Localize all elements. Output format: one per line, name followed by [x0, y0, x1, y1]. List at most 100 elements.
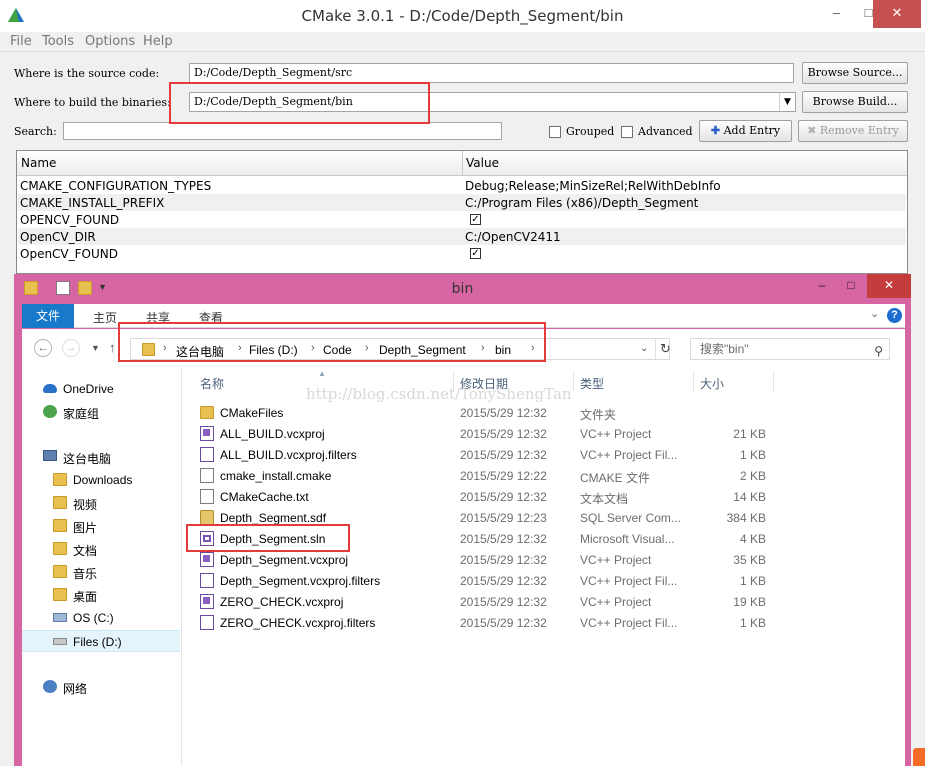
file-list[interactable]: ▲ http://blog.csdn.net/TonyShengTan 名称 修… [182, 369, 905, 766]
source-path-input[interactable]: D:/Code/Depth_Segment/src [189, 63, 794, 83]
file-name: CMakeCache.txt [220, 490, 309, 504]
nav-label: 桌面 [73, 590, 98, 604]
dropdown-arrow-icon[interactable]: ▼ [779, 93, 795, 111]
navigation-pane[interactable]: OneDrive 家庭组 这台电脑 Downloads 视频 图片 文档 音乐 … [22, 369, 182, 766]
cache-row[interactable]: OpenCV_FOUND ✓ [18, 245, 906, 262]
column-type-header[interactable]: 类型 [580, 375, 604, 392]
highlight-box-build-path [169, 82, 430, 124]
nav-label: Downloads [73, 473, 133, 487]
back-arrow-icon[interactable]: ← [34, 339, 52, 357]
column-divider[interactable] [773, 371, 774, 391]
cache-row[interactable]: CMAKE_INSTALL_PREFIX C:/Program Files (x… [18, 194, 906, 211]
cache-row[interactable]: OpenCV_DIR C:/OpenCV2411 [18, 228, 906, 245]
file-date: 2015/5/29 12:32 [460, 553, 547, 567]
nav-label: 家庭组 [63, 407, 100, 421]
file-row[interactable]: ZERO_CHECK.vcxproj.filters 2015/5/29 12:… [182, 612, 905, 633]
file-size: 2 KB [739, 469, 766, 483]
add-entry-button[interactable]: ✚ Add Entry [699, 120, 792, 142]
file-size: 1 KB [739, 616, 766, 630]
menu-tools[interactable]: Tools [42, 34, 74, 49]
column-divider[interactable] [573, 371, 574, 391]
nav-item-music[interactable]: 音乐 [22, 561, 180, 583]
column-date-header[interactable]: 修改日期 [460, 375, 508, 392]
cache-row[interactable]: OPENCV_FOUND ✓ [18, 211, 906, 228]
nav-item-documents[interactable]: 文档 [22, 538, 180, 560]
close-button[interactable]: ✕ [873, 0, 921, 28]
sort-ascending-icon: ▲ [318, 369, 326, 378]
search-input[interactable]: 搜索"bin" ⚲ [690, 338, 890, 360]
help-icon[interactable]: ? [887, 308, 902, 323]
nav-item-os-c[interactable]: OS (C:) [22, 607, 180, 629]
file-name: ZERO_CHECK.vcxproj [220, 595, 344, 609]
tab-home[interactable]: 主页 [93, 309, 117, 326]
file-row[interactable]: CMakeFiles 2015/5/29 12:32 文件夹 [182, 402, 905, 423]
browse-source-button[interactable]: Browse Source... [802, 62, 908, 84]
nav-item-downloads[interactable]: Downloads [22, 469, 180, 491]
file-date: 2015/5/29 12:32 [460, 574, 547, 588]
file-size: 1 KB [739, 448, 766, 462]
file-date: 2015/5/29 12:32 [460, 406, 547, 420]
menu-options[interactable]: Options [85, 34, 135, 49]
chevron-down-icon[interactable]: ⌄ [870, 307, 879, 320]
recent-locations-icon[interactable]: ▼ [91, 343, 100, 353]
file-row[interactable]: ZERO_CHECK.vcxproj 2015/5/29 12:32 VC++ … [182, 591, 905, 612]
close-button[interactable]: ✕ [867, 274, 911, 298]
cache-value: C:/OpenCV2411 [465, 230, 561, 244]
browse-build-button[interactable]: Browse Build... [802, 91, 908, 113]
address-dropdown-icon[interactable]: ⌄ [640, 343, 648, 354]
nav-label: 这台电脑 [63, 452, 112, 466]
checked-checkbox[interactable]: ✓ [470, 214, 481, 225]
nav-item-onedrive[interactable]: OneDrive [22, 378, 180, 400]
column-divider[interactable] [693, 371, 694, 391]
nav-item-files-d[interactable]: Files (D:) [22, 630, 180, 652]
cache-name: OpenCV_FOUND [20, 247, 118, 261]
column-name-header[interactable]: Name [21, 156, 56, 170]
file-size: 21 KB [733, 427, 766, 441]
file-date: 2015/5/29 12:23 [460, 511, 547, 525]
cache-row[interactable]: CMAKE_CONFIGURATION_TYPES Debug;Release;… [18, 177, 906, 194]
tab-file[interactable]: 文件 [22, 304, 74, 328]
column-divider[interactable] [462, 151, 463, 176]
file-row[interactable]: ALL_BUILD.vcxproj.filters 2015/5/29 12:3… [182, 444, 905, 465]
menu-file[interactable]: File [10, 34, 32, 49]
column-divider[interactable] [453, 371, 454, 391]
cache-value: Debug;Release;MinSizeRel;RelWithDebInfo [465, 179, 721, 193]
up-arrow-icon[interactable]: ↑ [109, 340, 116, 355]
remove-entry-button[interactable]: ✖ Remove Entry [798, 120, 908, 142]
cache-name: OpenCV_DIR [20, 230, 96, 244]
window-title: CMake 3.0.1 - D:/Code/Depth_Segment/bin [301, 7, 624, 25]
watermark: http://blog.csdn.net/TonyShengTan [306, 385, 572, 403]
file-size: 1 KB [739, 574, 766, 588]
videos-folder-icon [53, 496, 67, 509]
file-size: 384 KB [726, 511, 766, 525]
file-row[interactable]: ALL_BUILD.vcxproj 2015/5/29 12:32 VC++ P… [182, 423, 905, 444]
column-value-header[interactable]: Value [466, 156, 499, 170]
file-row[interactable]: CMakeCache.txt 2015/5/29 12:32 文本文档 14 K… [182, 486, 905, 507]
maximize-button[interactable]: □ [836, 274, 866, 298]
search-label: Search: [14, 125, 57, 138]
file-row[interactable]: Depth_Segment.vcxproj.filters 2015/5/29 … [182, 570, 905, 591]
file-row[interactable]: Depth_Segment.vcxproj 2015/5/29 12:32 VC… [182, 549, 905, 570]
nav-item-network[interactable]: 网络 [22, 676, 180, 698]
checked-checkbox[interactable]: ✓ [470, 248, 481, 259]
file-size: 4 KB [739, 532, 766, 546]
menu-help[interactable]: Help [143, 34, 173, 49]
explorer-title: bin [451, 281, 474, 297]
file-row[interactable]: cmake_install.cmake 2015/5/29 12:22 CMAK… [182, 465, 905, 486]
search-icon[interactable]: ⚲ [874, 341, 883, 361]
nav-item-homegroup[interactable]: 家庭组 [22, 401, 180, 423]
nav-item-desktop[interactable]: 桌面 [22, 584, 180, 606]
nav-item-this-pc[interactable]: 这台电脑 [22, 446, 180, 468]
grouped-checkbox[interactable] [549, 126, 561, 138]
nav-label: OS (C:) [73, 611, 114, 625]
cache-table[interactable]: Name Value CMAKE_CONFIGURATION_TYPES Deb… [16, 150, 908, 274]
nav-item-videos[interactable]: 视频 [22, 492, 180, 514]
advanced-checkbox[interactable] [621, 126, 633, 138]
minimize-button[interactable]: – [807, 274, 837, 298]
refresh-icon[interactable]: ↻ [660, 341, 671, 357]
nav-item-pictures[interactable]: 图片 [22, 515, 180, 537]
column-size-header[interactable]: 大小 [700, 375, 724, 392]
forward-arrow-icon[interactable]: → [62, 339, 80, 357]
search-input[interactable] [63, 122, 502, 140]
column-name-header[interactable]: 名称 [200, 375, 224, 392]
